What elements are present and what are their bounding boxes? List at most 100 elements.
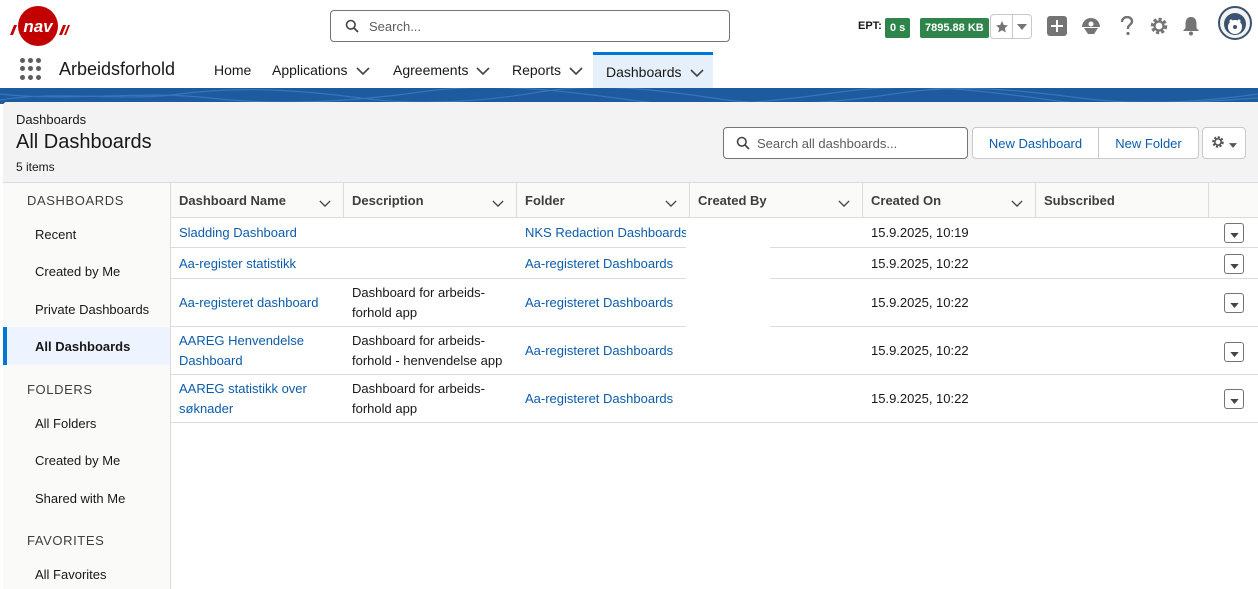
tab-home[interactable]: Home xyxy=(200,52,262,88)
chevron-down-icon[interactable] xyxy=(1011,195,1023,210)
column-header-subscribed[interactable]: Subscribed xyxy=(1036,183,1209,218)
chevron-down-icon[interactable] xyxy=(355,62,370,78)
gear-icon[interactable] xyxy=(1148,15,1170,37)
chevron-down-icon[interactable] xyxy=(492,195,504,210)
sidebar-item-label: Private Dashboards xyxy=(35,301,150,317)
search-placeholder: Search... xyxy=(369,19,422,34)
column-header-label: Dashboard Name xyxy=(179,193,286,208)
sidebar-item-label: Created by Me xyxy=(35,263,121,279)
sidebar-item-folders-created-by-me[interactable]: Created by Me xyxy=(3,441,170,479)
folder-link[interactable]: NKS Redaction Dashboards xyxy=(517,218,690,247)
tab-agreements[interactable]: Agreements xyxy=(380,52,500,88)
chevron-down-icon[interactable] xyxy=(476,62,491,78)
chevron-down-icon xyxy=(1229,296,1239,311)
row-actions-button[interactable] xyxy=(1224,389,1244,409)
dashboard-name-link[interactable]: Sladding Dashboard xyxy=(171,218,344,247)
star-icon[interactable] xyxy=(991,15,1013,38)
page-size-badge: 7895.88 KB xyxy=(920,18,989,38)
dashboard-description: Dashboard for arbeids-forhold - henvende… xyxy=(352,333,503,368)
chevron-down-icon xyxy=(1229,136,1237,151)
sidebar-item-label: Recent xyxy=(35,226,77,242)
app-name: Arbeidsforhold xyxy=(59,59,176,79)
sidebar-heading-folders: FOLDERS xyxy=(27,382,93,397)
search-icon xyxy=(345,19,359,36)
chevron-down-icon[interactable] xyxy=(838,195,850,210)
tab-label: Dashboards xyxy=(606,63,682,80)
created-by xyxy=(690,376,863,422)
avatar[interactable] xyxy=(1218,6,1252,40)
row-actions-button[interactable] xyxy=(1224,254,1244,274)
column-header-created-by[interactable]: Created By xyxy=(690,183,863,218)
folder-link[interactable]: Aa-registeret Dashboards xyxy=(517,280,690,326)
dashboard-description xyxy=(344,218,517,247)
sidebar-item-all-dashboards[interactable]: All Dashboards xyxy=(3,327,170,365)
dashboard-name-link[interactable]: Aa-registeret dashboard xyxy=(171,280,344,326)
dashboard-description: Dashboard for arbeids-forhold app xyxy=(352,381,485,416)
dashboard-name-link[interactable]: AAREG Henvendelse Dashboard xyxy=(171,328,321,374)
chevron-down-icon[interactable] xyxy=(665,195,677,210)
tab-label: Agreements xyxy=(393,62,469,78)
tab-label: Home xyxy=(214,62,252,78)
sidebar-item-private-dashboards[interactable]: Private Dashboards xyxy=(3,290,170,328)
sidebar-item-all-favorites[interactable]: All Favorites xyxy=(3,555,170,589)
column-header-label: Folder xyxy=(525,193,565,208)
column-header-created-on[interactable]: Created On xyxy=(863,183,1036,218)
sidebar-item-shared-with-me[interactable]: Shared with Me xyxy=(3,479,170,517)
row-actions-button[interactable] xyxy=(1224,342,1244,362)
list-settings-button[interactable] xyxy=(1202,127,1246,159)
dashboard-name-link[interactable]: AAREG statistikk over søknader xyxy=(171,376,321,422)
sidebar-item-all-folders[interactable]: All Folders xyxy=(3,404,170,442)
dashboard-name-link[interactable]: Aa-register statistikk xyxy=(171,249,344,278)
breadcrumb[interactable]: Dashboards xyxy=(16,112,86,127)
help-icon[interactable] xyxy=(1116,15,1138,37)
page-header: Dashboards All Dashboards 5 items Search… xyxy=(3,102,1258,183)
created-on: 15.9.2025, 10:22 xyxy=(871,391,969,406)
dashboard-description xyxy=(344,249,517,278)
favorites-button-group xyxy=(990,14,1032,39)
created-on: 15.9.2025, 10:22 xyxy=(871,343,969,358)
column-header-description[interactable]: Description xyxy=(344,183,517,218)
column-header-label: Created By xyxy=(698,193,767,208)
created-on: 15.9.2025, 10:19 xyxy=(871,224,969,240)
chevron-down-icon xyxy=(1229,392,1239,407)
nav-logo[interactable]: nav xyxy=(6,5,70,47)
global-search-input[interactable]: Search... xyxy=(330,10,730,42)
app-launcher-icon[interactable] xyxy=(20,58,42,80)
created-on: 15.9.2025, 10:22 xyxy=(871,255,969,271)
tab-applications[interactable]: Applications xyxy=(262,52,380,88)
ept-label: EPT: xyxy=(858,20,882,32)
folder-link[interactable]: Aa-registeret Dashboards xyxy=(517,249,690,278)
column-header-dashboard-name[interactable]: Dashboard Name xyxy=(171,183,344,218)
new-dashboard-button[interactable]: New Dashboard xyxy=(972,127,1099,159)
created-on: 15.9.2025, 10:22 xyxy=(871,295,969,310)
column-header-folder[interactable]: Folder xyxy=(517,183,690,218)
global-header: nav Search... EPT: 0 s 7895.88 KB xyxy=(0,0,1258,52)
add-icon[interactable] xyxy=(1046,15,1068,37)
sidebar-heading-dashboards: DASHBOARDS xyxy=(27,193,125,208)
row-actions-button[interactable] xyxy=(1224,223,1244,243)
sidebar: DASHBOARDS Recent Created by Me Private … xyxy=(3,183,171,589)
trailhead-icon[interactable] xyxy=(1080,15,1102,37)
chevron-down-icon[interactable] xyxy=(319,195,331,210)
sidebar-item-recent[interactable]: Recent xyxy=(3,215,170,253)
page-title: All Dashboards xyxy=(16,131,152,153)
sidebar-item-created-by-me[interactable]: Created by Me xyxy=(3,252,170,290)
tab-label: Applications xyxy=(272,62,348,78)
row-actions-button[interactable] xyxy=(1224,293,1244,313)
search-placeholder: Search all dashboards... xyxy=(757,136,898,151)
column-header-label: Subscribed xyxy=(1044,193,1115,208)
tab-dashboards[interactable]: Dashboards xyxy=(593,52,713,88)
dashboard-search-input[interactable]: Search all dashboards... xyxy=(723,127,968,159)
sidebar-item-label: All Favorites xyxy=(35,566,107,582)
chevron-down-icon[interactable] xyxy=(1013,15,1031,38)
dashboard-description: Dashboard for arbeids-forhold app xyxy=(352,285,485,320)
folder-link[interactable]: Aa-registeret Dashboards xyxy=(517,328,690,374)
chevron-down-icon[interactable] xyxy=(689,64,704,80)
column-header-label: Description xyxy=(352,193,424,208)
chevron-down-icon[interactable] xyxy=(569,62,583,78)
tab-reports[interactable]: Reports xyxy=(500,52,593,88)
folder-link[interactable]: Aa-registeret Dashboards xyxy=(517,376,690,422)
new-folder-button[interactable]: New Folder xyxy=(1098,127,1199,159)
sidebar-item-label: All Dashboards xyxy=(35,338,131,354)
bell-icon[interactable] xyxy=(1180,15,1202,37)
